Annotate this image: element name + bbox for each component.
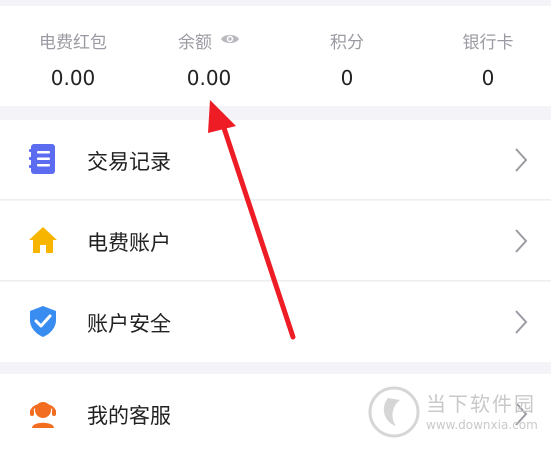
divider: [0, 280, 551, 281]
stat-bank-card[interactable]: 银行卡 0: [419, 6, 551, 106]
home-icon: [26, 223, 60, 257]
menu-item-account-security[interactable]: 账户安全: [0, 282, 551, 362]
watermark: 当下软件园 www.downxia.com: [362, 380, 551, 454]
divider: [0, 199, 551, 200]
menu-item-label: 我的客服: [87, 404, 171, 428]
stat-label: 银行卡: [462, 33, 514, 53]
chevron-right-icon: [513, 308, 529, 336]
stat-label-wrap: 余额: [140, 28, 278, 53]
stat-label: 电费红包: [39, 33, 107, 53]
customer-service-icon: [26, 396, 60, 430]
chevron-right-icon: [513, 146, 529, 174]
stat-balance[interactable]: 余额 0.00: [140, 6, 278, 106]
eye-icon[interactable]: [220, 31, 240, 51]
stat-points[interactable]: 积分 0: [278, 6, 416, 106]
menu-item-label: 交易记录: [87, 150, 171, 174]
stat-red-packet[interactable]: 电费红包 0.00: [4, 6, 142, 106]
shield-check-icon: [26, 304, 60, 338]
watermark-logo-icon: [366, 384, 422, 440]
account-stats: 电费红包 0.00 余额 0.00 积分 0 银行卡 0: [0, 6, 551, 106]
list-icon: [26, 142, 60, 176]
stat-value: 0.00: [186, 66, 232, 90]
stat-value: 0.00: [50, 66, 96, 90]
menu-item-transaction-records[interactable]: 交易记录: [0, 120, 551, 200]
stat-value: 0: [340, 66, 354, 90]
menu-item-label: 电费账户: [87, 231, 171, 255]
watermark-url: www.downxia.com: [426, 418, 538, 432]
stat-value: 0: [481, 66, 495, 90]
menu-item-label: 账户安全: [87, 312, 171, 336]
stat-label: 积分: [330, 33, 364, 53]
menu-item-electricity-account[interactable]: 电费账户: [0, 201, 551, 281]
watermark-text: 当下软件园: [426, 392, 536, 416]
stat-label: 余额: [178, 33, 212, 53]
chevron-right-icon: [513, 227, 529, 255]
